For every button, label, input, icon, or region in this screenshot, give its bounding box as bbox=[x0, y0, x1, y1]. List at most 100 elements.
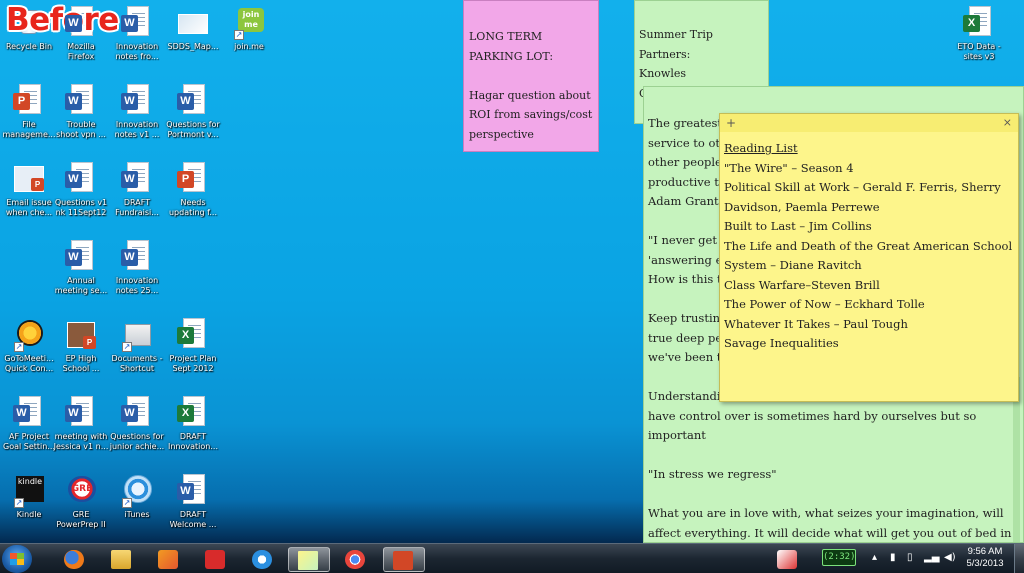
show-hidden-icons-icon[interactable]: ▴ bbox=[872, 552, 877, 563]
note-line: Class Warfare–Steven Brill bbox=[724, 277, 880, 292]
taskbar bbox=[0, 543, 1024, 573]
kindle-icon[interactable]: kindle ↗ Kindle bbox=[0, 474, 58, 520]
file-manageme-icon[interactable]: P File manageme... bbox=[0, 84, 58, 140]
battery-timer[interactable]: (2:32) bbox=[822, 549, 856, 566]
meeting-with-jessica-icon[interactable]: W meeting with Jessica v1 n... bbox=[52, 396, 110, 452]
desktop-icon-label: Email issue when che... bbox=[5, 198, 53, 217]
annual-meeting-icon[interactable]: W Annual meeting se... bbox=[52, 240, 110, 296]
note-line: LONG TERM bbox=[469, 30, 543, 43]
note-title-bar[interactable]: + × bbox=[720, 114, 1018, 132]
desktop-icon-label: Questions v1 nk 11Sept12 bbox=[54, 198, 108, 217]
internet-explorer-icon bbox=[252, 550, 272, 569]
draft-fundraisi-icon[interactable]: W DRAFT Fundraisi... bbox=[108, 162, 166, 218]
questions-for-portmont-icon[interactable]: W Questions for Portmont v... bbox=[164, 84, 222, 140]
desktop-icon-label: Annual meeting se... bbox=[54, 276, 108, 295]
note-line: important bbox=[648, 428, 706, 442]
desktop-icon-label: Innovation notes fro... bbox=[115, 42, 159, 61]
desktop-icon-label: Trouble shoot vpn ... bbox=[56, 120, 106, 139]
needs-updating-icon[interactable]: P Needs updating f... bbox=[164, 162, 222, 218]
note-line bbox=[648, 446, 1019, 466]
note-line: "The Wire" – Season 4 bbox=[724, 160, 854, 175]
note-line: have control over is sometimes hard by o… bbox=[648, 408, 977, 423]
taskbar-media-player[interactable] bbox=[149, 547, 188, 572]
eto-data-icon[interactable]: X ETO Data - sites v3 bbox=[950, 6, 1008, 62]
signal-icon[interactable]: ▂▄ bbox=[924, 552, 939, 563]
gre-powerprep-icon[interactable]: GRE GRE PowerPrep II bbox=[52, 474, 110, 530]
desktop-icon-label: Innovation notes 25... bbox=[115, 276, 159, 295]
note-line: perspective bbox=[469, 127, 534, 141]
taskbar-explorer[interactable] bbox=[102, 547, 141, 572]
usb-icon[interactable]: ▮ bbox=[890, 552, 896, 563]
note-line: Hagar question about bbox=[469, 88, 591, 102]
desktop-icon-label: ETO Data - sites v3 bbox=[957, 42, 1001, 61]
taskbar-sticky-notes[interactable] bbox=[288, 547, 330, 572]
taskbar-chrome[interactable] bbox=[336, 547, 375, 572]
volume-icon[interactable]: ◀) bbox=[944, 552, 956, 563]
tray-action-center[interactable] bbox=[768, 547, 808, 572]
desktop-icon-label: Questions for junior achie... bbox=[109, 432, 165, 451]
project-plan-icon[interactable]: X Project Plan Sept 2012 bbox=[164, 318, 222, 374]
note-line: affect everything. It will decide what w… bbox=[648, 525, 1012, 540]
firefox-icon bbox=[64, 550, 84, 569]
battery-icon[interactable]: ▯ bbox=[907, 552, 913, 563]
joinme-icon[interactable]: join me ↗ join.me bbox=[220, 6, 278, 52]
note-line bbox=[648, 485, 1019, 505]
af-project-icon[interactable]: W AF Project Goal Settin... bbox=[0, 396, 58, 452]
media-player-icon bbox=[158, 550, 178, 569]
sdds-map-icon[interactable]: SDDS_Map... bbox=[164, 6, 222, 52]
close-icon[interactable]: × bbox=[1003, 114, 1012, 132]
note-line: Political Skill at Work – Gerald F. Ferr… bbox=[724, 180, 1001, 194]
desktop-icon-label: Project Plan Sept 2012 bbox=[169, 354, 217, 373]
desktop-icon-label: DRAFT Fundraisi... bbox=[115, 198, 159, 217]
desktop-icon-label: DRAFT Welcome ... bbox=[169, 510, 217, 529]
desktop-icon-label: GRE PowerPrep II bbox=[56, 510, 106, 529]
taskbar-firefox[interactable] bbox=[55, 547, 94, 572]
desktop-icon-label: Kindle bbox=[16, 510, 42, 519]
clock[interactable]: 9:56 AM 5/3/2013 bbox=[960, 546, 1010, 570]
note-line: The Life and Death of the Great American… bbox=[724, 238, 1013, 253]
desktop-icon-label: File manageme... bbox=[2, 120, 56, 139]
sticky-note-reading-list[interactable]: + × Reading List "The Wire" – Season 4 P… bbox=[719, 113, 1019, 402]
taskbar-powerpoint[interactable] bbox=[383, 547, 425, 572]
questions-junior-icon[interactable]: W Questions for junior achie... bbox=[108, 396, 166, 452]
note-line: What you are in love with, what seizes y… bbox=[648, 506, 1004, 520]
sticky-notes-icon bbox=[298, 551, 318, 570]
email-issue-icon[interactable]: P Email issue when che... bbox=[0, 162, 58, 218]
add-note-icon[interactable]: + bbox=[726, 114, 736, 132]
show-desktop-button[interactable] bbox=[1014, 544, 1024, 573]
draft-innovation-icon[interactable]: X DRAFT Innovation... bbox=[164, 396, 222, 452]
trouble-shoot-vpn-icon[interactable]: W Trouble shoot vpn ... bbox=[52, 84, 110, 140]
ep-high-school-icon[interactable]: P EP High School ... bbox=[52, 318, 110, 374]
windows-logo-icon bbox=[10, 553, 24, 565]
note-line: Knowles bbox=[639, 67, 687, 80]
innovation-notes-25-icon[interactable]: W Innovation notes 25... bbox=[108, 240, 166, 296]
draft-welcome-icon[interactable]: W DRAFT Welcome ... bbox=[164, 474, 222, 530]
chrome-icon bbox=[345, 550, 365, 569]
desktop-icon-label: Innovation notes v1 ... bbox=[114, 120, 160, 139]
questions-v1-icon[interactable]: W Questions v1 nk 11Sept12 bbox=[52, 162, 110, 218]
before-caption: Before bbox=[6, 2, 119, 38]
desktop-icon-label: EP High School ... bbox=[62, 354, 100, 373]
desktop-icon-label: Mozilla Firefox bbox=[67, 42, 95, 61]
sticky-note-parking-lot[interactable]: LONG TERM PARKING LOT: Hagar question ab… bbox=[463, 0, 599, 152]
documents-shortcut-icon[interactable]: ↗ Documents - Shortcut bbox=[108, 318, 166, 374]
note-line: Partners: bbox=[639, 47, 691, 61]
shopping-cart-icon bbox=[205, 550, 225, 569]
taskbar-internet-explorer[interactable] bbox=[243, 547, 282, 572]
reading-list-title: Reading List bbox=[724, 141, 798, 155]
taskbar-shopping[interactable] bbox=[196, 547, 235, 572]
desktop-icon-label: SDDS_Map... bbox=[167, 42, 219, 51]
note-line: PARKING LOT: bbox=[469, 49, 554, 63]
start-button[interactable] bbox=[2, 545, 32, 573]
itunes-icon[interactable]: ↗ iTunes bbox=[108, 474, 166, 520]
note-line: Built to Last – Jim Collins bbox=[724, 219, 872, 233]
note-line: Savage Inequalities bbox=[724, 336, 839, 350]
desktop-icon-label: Recycle Bin bbox=[5, 42, 53, 51]
desktop-icon-label: join.me bbox=[234, 42, 264, 51]
gotomeeting-icon[interactable]: ↗ GoToMeeti... Quick Con... bbox=[0, 318, 58, 374]
note-line: ROI from savings/cost bbox=[469, 108, 593, 121]
powerpoint-icon bbox=[393, 551, 413, 570]
innovation-notes-v1-icon[interactable]: W Innovation notes v1 ... bbox=[108, 84, 166, 140]
note-line: The Power of Now – Eckhard Tolle bbox=[724, 297, 925, 311]
desktop-icon-label: Questions for Portmont v... bbox=[166, 120, 220, 139]
